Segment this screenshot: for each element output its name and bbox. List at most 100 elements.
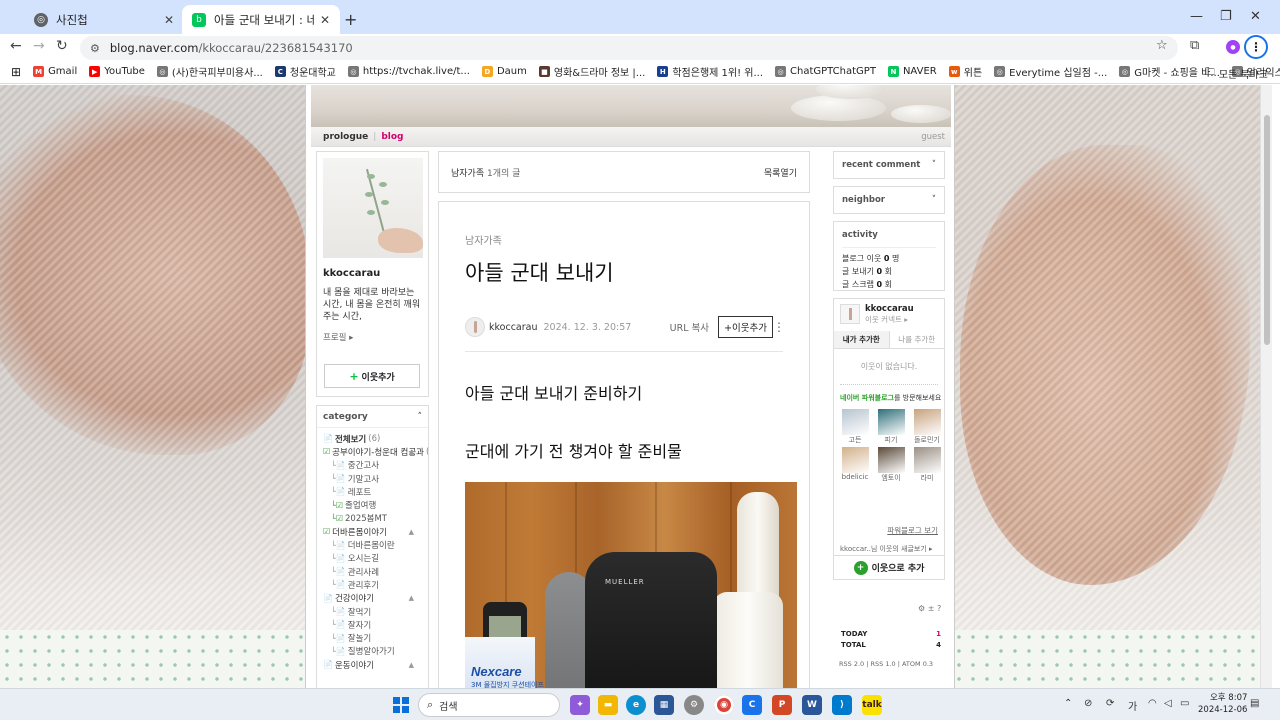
post-author[interactable]: kkoccarau bbox=[489, 322, 538, 333]
bookmark-daum[interactable]: D Daum bbox=[481, 66, 527, 77]
taskbar-search[interactable]: ⌕ 검색 bbox=[418, 693, 560, 717]
power-blog-thumbnail[interactable] bbox=[913, 447, 941, 473]
collapse-caret-icon[interactable]: ▲ bbox=[409, 594, 414, 602]
close-tab-icon[interactable]: ✕ bbox=[320, 13, 330, 27]
power-blog-thumbnail[interactable] bbox=[913, 409, 941, 435]
category-item[interactable]: └📄 잘놀기 bbox=[323, 631, 422, 645]
neighbor-new-posts-link[interactable]: kkoccar..님 이웃의 새글보기 ▸ bbox=[840, 544, 933, 554]
category-item[interactable]: └📄 중간고사 bbox=[323, 459, 422, 472]
menu-prologue[interactable]: prologue bbox=[323, 132, 368, 142]
category-item[interactable]: └📄 더바른몸이란 bbox=[323, 538, 422, 552]
power-blog-more-link[interactable]: 파워블로그 보기 bbox=[887, 525, 938, 536]
neighbor-connect-link[interactable]: 이웃 커넥트 ▸ bbox=[865, 314, 914, 325]
kakaotalk-icon[interactable]: talk bbox=[862, 695, 882, 715]
bookmark-tvchak[interactable]: ◎ https://tvchak.live/t... bbox=[347, 66, 470, 77]
power-blog-item[interactable]: 고든 bbox=[840, 409, 870, 445]
tray-language-icon[interactable]: 가 bbox=[1128, 698, 1137, 713]
tray-sync-icon[interactable]: ⟳ bbox=[1106, 698, 1114, 709]
power-blog-thumbnail[interactable] bbox=[877, 409, 905, 435]
bookmark-star-icon[interactable]: ☆ bbox=[1156, 38, 1168, 53]
address-bar[interactable]: ⚙ blog.naver.com/kkoccarau/223681543170 bbox=[80, 36, 1178, 60]
caret-down-icon[interactable]: ˅ bbox=[932, 160, 936, 170]
power-blog-thumbnail[interactable] bbox=[841, 409, 869, 435]
collapse-caret-icon[interactable]: ▲ bbox=[409, 448, 414, 456]
power-blog-label[interactable]: 네이버 파워블로그 bbox=[840, 394, 894, 402]
bookmark-youtube[interactable]: ▶ YouTube bbox=[89, 66, 145, 77]
tray-chevron-icon[interactable]: ⌃ bbox=[1064, 698, 1072, 709]
back-arrow-icon[interactable]: ← bbox=[10, 38, 22, 54]
category-item[interactable]: └📄 관리후기 bbox=[323, 578, 422, 591]
chrome-icon[interactable]: ◉ bbox=[714, 695, 734, 715]
profile-link[interactable]: 프로필 ▸ bbox=[323, 331, 422, 343]
copilot-icon[interactable]: ✦ bbox=[570, 695, 590, 715]
collapse-caret-icon[interactable]: ▲ bbox=[409, 661, 414, 669]
bookmark-witen[interactable]: w 위튼 bbox=[948, 64, 982, 79]
bookmark-skin[interactable]: ◎ (사)한국피부미용사... bbox=[156, 64, 263, 79]
edge-icon[interactable]: e bbox=[626, 695, 646, 715]
power-blog-item[interactable]: 엠토이 bbox=[876, 447, 906, 483]
category-item[interactable]: ☑공부이야기-청운대 컴공과(3)▲ bbox=[323, 445, 428, 458]
list-open-button[interactable]: 목록열기 bbox=[764, 166, 797, 179]
collapse-caret-icon[interactable]: ˄ bbox=[418, 412, 423, 422]
vscode-icon[interactable]: ⟩ bbox=[832, 695, 852, 715]
close-tab-icon[interactable]: ✕ bbox=[164, 13, 174, 27]
forward-arrow-icon[interactable]: → bbox=[33, 38, 45, 54]
bookmark-credit-bank[interactable]: H 학점은행제 1위! 위... bbox=[657, 64, 763, 79]
bookmark-chungwoon[interactable]: C 청운대학교 bbox=[274, 64, 336, 79]
word-icon[interactable]: W bbox=[802, 695, 822, 715]
recent-comment-box[interactable]: recent comment ˅ bbox=[833, 151, 945, 179]
category-header[interactable]: category ˄ bbox=[317, 406, 428, 428]
category-item[interactable]: └📄 잘먹기 bbox=[323, 605, 422, 618]
add-as-neighbor-button[interactable]: + 이웃으로 추가 bbox=[834, 555, 944, 579]
list-category[interactable]: 남자가족 bbox=[451, 169, 484, 179]
category-item[interactable]: └📄 잘자기 bbox=[323, 618, 422, 631]
category-item[interactable]: └📄 관리사례 bbox=[323, 565, 422, 578]
settings-gear-icon[interactable]: ⚙ bbox=[684, 695, 704, 715]
new-tab-plus-icon[interactable]: + bbox=[344, 10, 357, 29]
battery-icon[interactable]: ▭ bbox=[1180, 698, 1189, 709]
bookmark-movie[interactable]: ■ 영화&드라마 정보 |... bbox=[538, 64, 645, 79]
category-item[interactable]: 📄 건강이야기 ▲ bbox=[323, 592, 422, 605]
category-item[interactable]: ☑ 더바른몸이야기 ▲ bbox=[323, 525, 422, 538]
power-blog-thumbnail[interactable] bbox=[841, 447, 869, 473]
profile-avatar[interactable]: ● bbox=[1226, 40, 1240, 54]
neighbor-box[interactable]: neighbor ˅ bbox=[833, 186, 945, 214]
close-window-icon[interactable]: ✕ bbox=[1250, 9, 1261, 24]
windows-start-icon[interactable] bbox=[393, 697, 409, 713]
apps-grid-icon[interactable]: ⊞ bbox=[11, 65, 21, 79]
bookmark-naver[interactable]: N NAVER bbox=[887, 66, 937, 77]
category-item[interactable]: 📄 전체보기 (6) bbox=[323, 432, 422, 445]
neighbor-connect-name[interactable]: kkoccarau bbox=[865, 304, 914, 314]
category-item[interactable]: └📄 기말고사 bbox=[323, 472, 422, 485]
power-blog-item[interactable]: 돌로민기 bbox=[912, 409, 942, 445]
neighbor-avatar[interactable] bbox=[840, 304, 860, 324]
category-item[interactable]: └📄 오시는길 bbox=[323, 552, 422, 565]
tab-photo-album[interactable]: ◎ 사진첩 ✕ bbox=[24, 5, 184, 34]
power-blog-item[interactable]: bdelicic bbox=[840, 447, 870, 483]
notification-icon[interactable]: ▤ bbox=[1250, 698, 1259, 709]
volume-icon[interactable]: ◁ bbox=[1164, 698, 1172, 709]
collapse-caret-icon[interactable]: ▲ bbox=[409, 528, 414, 536]
power-blog-item[interactable]: 라미 bbox=[912, 447, 942, 483]
category-item[interactable]: └📄 질병알아가기 bbox=[323, 645, 422, 658]
menu-guest[interactable]: guest bbox=[921, 132, 945, 142]
wifi-icon[interactable]: ◠ bbox=[1148, 698, 1157, 709]
file-explorer-icon[interactable]: ▬ bbox=[598, 695, 618, 715]
taskbar-clock[interactable]: 오후 8:07 2024-12-06 bbox=[1198, 692, 1247, 716]
category-item[interactable]: └☑ 졸업여행 bbox=[323, 498, 422, 512]
store-icon[interactable]: ▦ bbox=[654, 695, 674, 715]
menu-blog[interactable]: blog bbox=[381, 132, 403, 142]
site-info-icon[interactable]: ⚙ bbox=[90, 42, 100, 55]
category-item[interactable]: └📄 레포트 bbox=[323, 485, 422, 498]
post-category[interactable]: 남자가족 bbox=[465, 232, 783, 247]
profile-image[interactable] bbox=[323, 158, 423, 258]
follow-button[interactable]: +이웃추가 bbox=[718, 316, 773, 338]
power-blog-thumbnail[interactable] bbox=[877, 447, 905, 473]
tab-added-by-me[interactable]: 내가 추가한 bbox=[834, 331, 890, 348]
bookmark-everytime[interactable]: ◎ Everytime 십일점 -... bbox=[994, 64, 1107, 79]
url-copy-button[interactable]: URL 복사 bbox=[670, 320, 709, 334]
rss-links[interactable]: RSS 2.0 | RSS 1.0 | ATOM 0.3 bbox=[839, 660, 933, 668]
power-blog-item[interactable]: 피기 bbox=[876, 409, 906, 445]
caret-down-icon[interactable]: ˅ bbox=[932, 195, 936, 205]
chrome-menu-icon[interactable]: ⋮ bbox=[1244, 35, 1268, 59]
